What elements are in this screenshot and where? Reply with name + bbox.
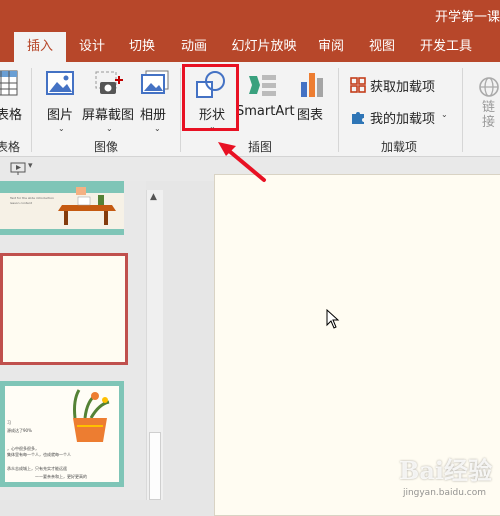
globe-link-icon	[479, 77, 499, 97]
screenshot-button[interactable]: 屏幕截图 ⌄	[82, 66, 134, 134]
chart-icon	[301, 73, 323, 97]
thumbnail-scrollbar[interactable]: ▲	[146, 190, 163, 500]
desk-illustration	[58, 187, 116, 225]
slide-thumbnail[interactable]: 习 源成达了90% ，心中很多很多， 集体里有每一个人，也成就每一个人 承众志成…	[0, 381, 124, 487]
watermark-url: jingyan.baidu.com	[402, 488, 486, 498]
slide-thumbnail-pane: Text for the slide introduction lesson c…	[0, 181, 146, 500]
slide-thumb-text: lesson content	[10, 201, 32, 205]
photo-album-button[interactable]: 相册 ⌄	[138, 66, 174, 134]
my-addins-label: 我的加载项	[370, 112, 436, 127]
ribbon-separator	[31, 68, 32, 152]
red-arrow-icon	[218, 142, 266, 182]
slide-thumb-text: 承众志成城上，只有充实才能远遥	[7, 466, 67, 471]
tab-transitions[interactable]: 切换	[126, 32, 158, 62]
ribbon-tab-bar: 插入 设计 切换 动画 幻灯片放映 审阅 视图 开发工具	[0, 32, 500, 62]
screenshot-icon	[95, 71, 123, 94]
chart-button[interactable]: 图表	[294, 66, 330, 130]
table-label: 表格	[0, 108, 23, 123]
album-label: 相册	[140, 108, 167, 123]
tab-view[interactable]: 视图	[366, 32, 398, 62]
ribbon-separator	[462, 68, 463, 152]
photo-album-icon	[141, 70, 169, 94]
table-icon	[0, 70, 18, 96]
scroll-up-arrow-icon[interactable]: ▲	[150, 192, 157, 202]
link-label: 链接	[482, 100, 496, 130]
group-table-label: 表格	[0, 140, 21, 154]
picture-icon	[46, 71, 74, 95]
group-addins-label: 加载项	[381, 140, 418, 154]
highlight-box	[182, 64, 239, 131]
slideshow-from-start-icon[interactable]	[10, 162, 28, 176]
slide-thumb-text: 源成达了90%	[7, 428, 32, 433]
group-images-label: 图像	[94, 140, 119, 154]
tab-developer[interactable]: 开发工具	[419, 32, 473, 62]
picture-label: 图片	[47, 108, 74, 123]
document-title: 开学第一课	[434, 10, 500, 25]
ribbon-separator	[338, 68, 339, 152]
title-bar: 开学第一课	[0, 0, 500, 32]
dropdown-icon[interactable]: ▾	[28, 161, 33, 171]
watermark-logo: Bai经验	[399, 456, 492, 485]
slide-thumb-text: ——要亲亲和上，更好更高的	[35, 474, 87, 479]
chart-label: 图表	[297, 108, 324, 123]
chevron-down-icon: ⌄	[106, 124, 113, 133]
screenshot-label: 屏幕截图	[82, 108, 135, 123]
smartart-button[interactable]: SmartArt	[236, 66, 295, 130]
addin-puzzle-icon	[352, 112, 364, 124]
tab-animations[interactable]: 动画	[178, 32, 210, 62]
store-icon	[350, 77, 366, 93]
slide-thumbnail[interactable]: Text for the slide introduction lesson c…	[0, 181, 124, 235]
get-addins-label: 获取加载项	[370, 80, 436, 95]
get-addins-button[interactable]: 获取加载项	[348, 74, 438, 96]
slide-thumb-text: Text for the slide introduction	[10, 196, 55, 200]
ribbon-separator	[180, 68, 181, 152]
tab-review[interactable]: 审阅	[315, 32, 347, 62]
smartart-label: SmartArt	[236, 104, 295, 119]
picture-button[interactable]: 图片 ⌄	[40, 66, 78, 134]
link-button[interactable]: 链接	[470, 70, 500, 134]
tab-design[interactable]: 设计	[76, 32, 108, 62]
slide-thumb-text: 习	[7, 420, 11, 425]
tab-slideshow[interactable]: 幻灯片放映	[231, 32, 297, 62]
tab-insert[interactable]: 插入	[14, 32, 66, 62]
scrollbar-thumb[interactable]	[149, 432, 161, 500]
smartart-icon	[249, 75, 276, 96]
table-button[interactable]: 表格	[0, 66, 24, 130]
mouse-pointer-icon	[326, 309, 340, 329]
my-addins-button[interactable]: 我的加载项 ⌄	[348, 106, 448, 128]
flower-pot-illustration	[73, 389, 110, 442]
chevron-down-icon: ⌄	[441, 110, 448, 119]
slide-thumbnail-selected[interactable]	[0, 253, 128, 365]
chevron-down-icon: ⌄	[58, 124, 65, 133]
slide-thumb-text: 集体里有每一个人，也成就每一个人	[7, 452, 71, 457]
chevron-down-icon: ⌄	[154, 124, 161, 133]
